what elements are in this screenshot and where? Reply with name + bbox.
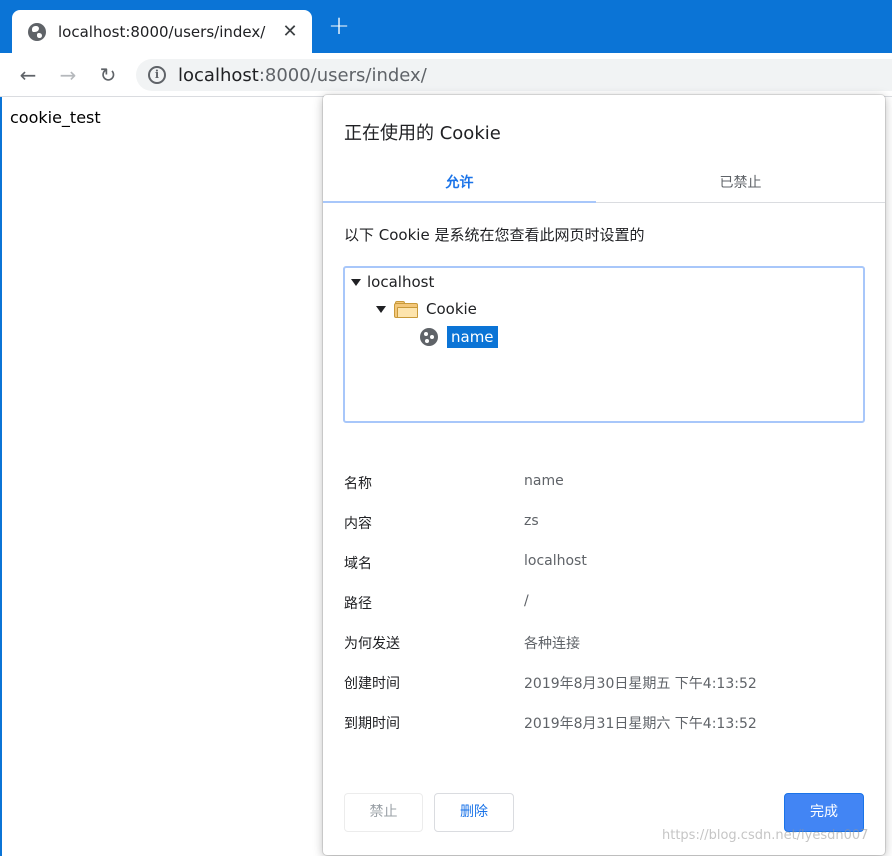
block-button[interactable]: 禁止 — [344, 793, 423, 832]
tree-item-host[interactable]: localhost — [351, 273, 434, 291]
page-text: cookie_test — [10, 108, 101, 127]
property-row: 域名 localhost — [344, 553, 864, 573]
cookie-icon — [420, 328, 438, 346]
globe-icon — [28, 22, 46, 41]
url-host: localhost — [178, 64, 259, 86]
browser-tab[interactable]: localhost:8000/users/index/ ✕ — [12, 10, 312, 53]
property-label: 域名 — [344, 556, 372, 572]
property-label: 为何发送 — [344, 636, 400, 652]
info-icon[interactable]: i — [148, 66, 166, 84]
property-label: 内容 — [344, 516, 372, 532]
property-row: 内容 zs — [344, 513, 864, 533]
property-value: 2019年8月31日星期六 下午4:13:52 — [524, 716, 757, 732]
property-row: 到期时间 2019年8月31日星期六 下午4:13:52 — [344, 713, 864, 733]
forward-arrow-icon[interactable]: → — [56, 63, 80, 87]
property-label: 名称 — [344, 476, 372, 492]
expand-triangle-icon[interactable] — [376, 305, 386, 313]
cookie-tree[interactable]: localhost Cookie name — [343, 266, 865, 423]
property-row: 名称 name — [344, 473, 864, 493]
cookie-label: name — [447, 326, 498, 348]
tab-strip: localhost:8000/users/index/ ✕ + — [0, 0, 892, 53]
property-row: 创建时间 2019年8月30日星期五 下午4:13:52 — [344, 673, 864, 693]
watermark: https://blog.csdn.net/lyesdn007 — [662, 828, 869, 843]
delete-button[interactable]: 删除 — [434, 793, 514, 832]
property-value: 2019年8月30日星期五 下午4:13:52 — [524, 676, 757, 692]
folder-label: Cookie — [426, 300, 477, 318]
done-button[interactable]: 完成 — [784, 793, 864, 832]
property-row: 路径 / — [344, 593, 864, 613]
tab-title: localhost:8000/users/index/ — [58, 22, 266, 41]
url-text[interactable]: localhost:8000/users/index/ — [178, 65, 427, 86]
tab-blocked[interactable]: 已禁止 — [596, 168, 885, 203]
property-value: / — [524, 593, 529, 609]
back-arrow-icon[interactable]: ← — [16, 63, 40, 87]
property-value: name — [524, 473, 564, 489]
folder-icon — [394, 300, 418, 318]
dialog-tabs: 允许 已禁止 — [323, 168, 885, 203]
reload-icon[interactable]: ↻ — [96, 63, 120, 87]
property-value: localhost — [524, 553, 587, 569]
url-path: :8000/users/index/ — [258, 64, 427, 86]
property-label: 创建时间 — [344, 676, 400, 692]
tree-item-cookie[interactable]: name — [420, 326, 498, 348]
property-value: zs — [524, 513, 539, 529]
property-label: 路径 — [344, 596, 372, 612]
close-tab-icon[interactable]: ✕ — [280, 21, 300, 42]
expand-triangle-icon[interactable] — [351, 278, 361, 286]
address-bar[interactable]: i localhost:8000/users/index/ — [136, 59, 892, 91]
dialog-description: 以下 Cookie 是系统在您查看此网页时设置的 — [344, 226, 645, 244]
cookies-dialog: 正在使用的 Cookie 允许 已禁止 以下 Cookie 是系统在您查看此网页… — [323, 95, 885, 855]
dialog-title: 正在使用的 Cookie — [344, 123, 501, 144]
toolbar: ← → ↻ i localhost:8000/users/index/ — [0, 53, 892, 97]
property-row: 为何发送 各种连接 — [344, 633, 864, 653]
property-value: 各种连接 — [524, 636, 580, 652]
new-tab-button[interactable]: + — [326, 13, 352, 40]
property-label: 到期时间 — [344, 716, 400, 732]
tree-item-folder[interactable]: Cookie — [376, 300, 477, 318]
tab-allowed[interactable]: 允许 — [323, 168, 596, 203]
host-label: localhost — [367, 273, 435, 291]
